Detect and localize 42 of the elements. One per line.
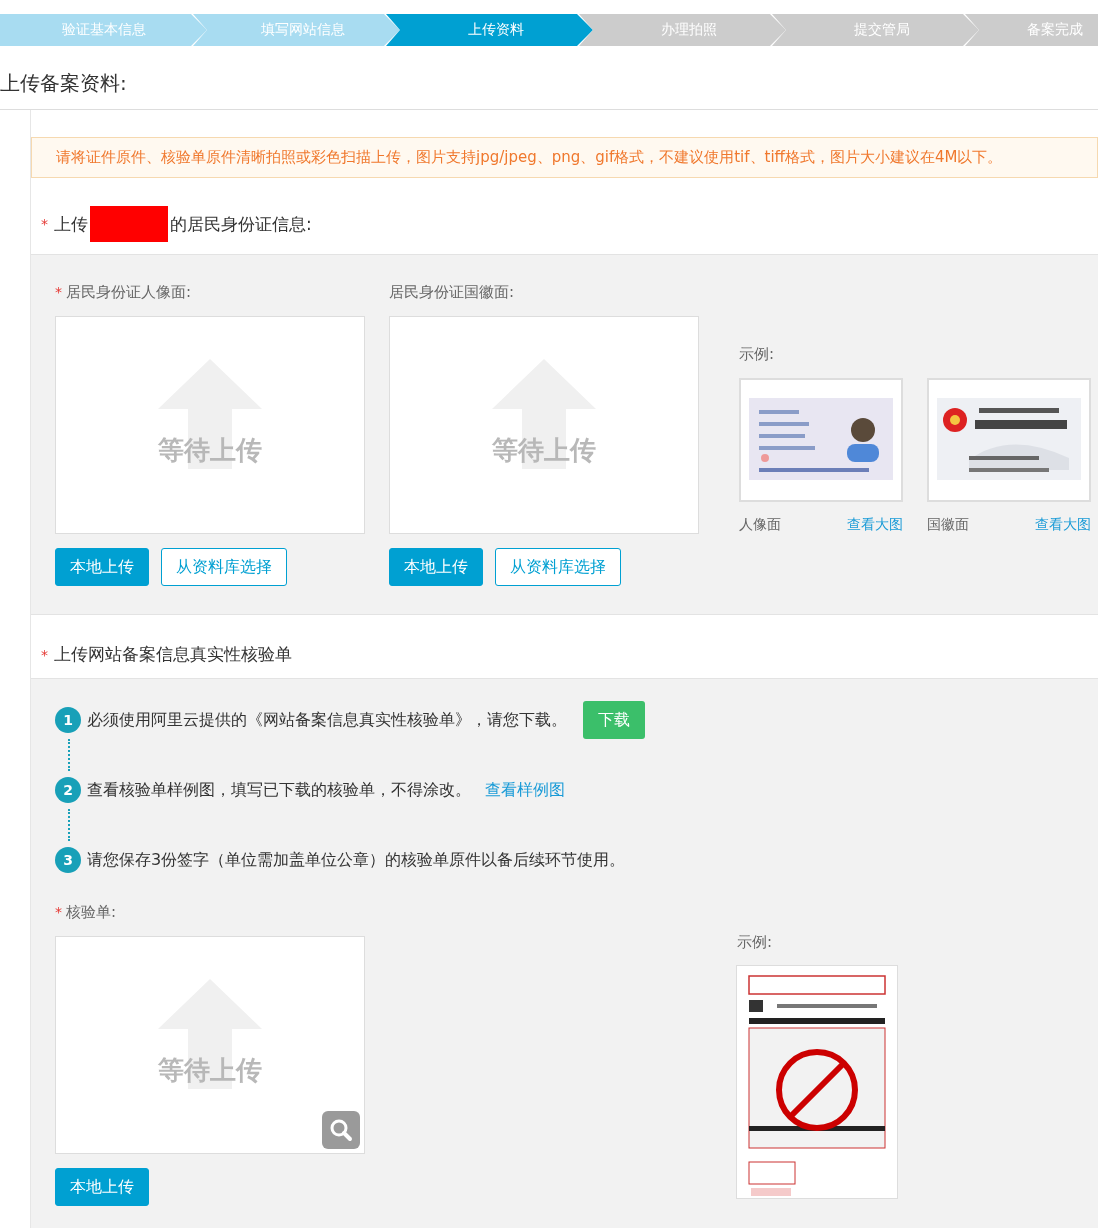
- step-number: 2: [55, 777, 81, 803]
- upload-placeholder: 等待上传: [492, 433, 596, 467]
- notice-banner: 请将证件原件、核验单原件清晰拍照或彩色扫描上传，图片支持jpg/jpeg、png、gif格式，不建议使用tif、tiff格式，图片大小建议在4M以下。: [31, 137, 1098, 178]
- section-title: 上传网站备案信息真实性核验单: [54, 643, 292, 666]
- step-number: 3: [55, 847, 81, 873]
- library-button[interactable]: 从资料库选择: [495, 548, 621, 586]
- progress-step: 验证基本信息: [0, 14, 207, 46]
- section-title: 的居民身份证信息:: [170, 212, 312, 236]
- progress-step: 填写网站信息: [193, 14, 400, 46]
- example-caption: 国徽面: [927, 516, 969, 534]
- upload-button[interactable]: 本地上传: [55, 548, 149, 586]
- required-mark: *: [41, 216, 48, 232]
- example-caption: 人像面: [739, 516, 781, 534]
- upload-button[interactable]: 本地上传: [389, 548, 483, 586]
- download-button[interactable]: 下载: [583, 701, 645, 739]
- view-large-link[interactable]: 查看大图: [847, 516, 903, 534]
- required-mark: *: [55, 904, 62, 920]
- step-number: 1: [55, 707, 81, 733]
- upload-button[interactable]: 本地上传: [55, 1168, 149, 1206]
- required-mark: *: [55, 284, 62, 300]
- zoom-button[interactable]: [322, 1111, 360, 1149]
- upload-placeholder: 等待上传: [158, 433, 262, 467]
- progress-step: 上传资料: [386, 14, 593, 46]
- step-text: 请您保存3份签字（单位需加盖单位公章）的核验单原件以备后续环节使用。: [87, 849, 626, 871]
- field-label: * 居民身份证人像面:: [55, 283, 193, 302]
- section-title: 上传: [54, 212, 88, 236]
- upload-area[interactable]: 等待上传: [389, 316, 699, 534]
- field-label: * 核验单:: [55, 903, 118, 922]
- page-title: 上传备案资料:: [0, 46, 1098, 110]
- upload-area[interactable]: 等待上传: [55, 316, 365, 534]
- sample-link[interactable]: 查看样例图: [485, 779, 565, 801]
- example-label: 示例:: [739, 345, 776, 364]
- search-icon: [329, 1118, 353, 1142]
- example-label: 示例:: [737, 933, 774, 952]
- field-label: 居民身份证国徽面:: [389, 283, 516, 302]
- step-text: 必须使用阿里云提供的《网站备案信息真实性核验单》，请您下载。: [87, 709, 567, 731]
- step-text: 查看核验单样例图，填写已下载的核验单，不得涂改。: [87, 779, 471, 801]
- upload-placeholder: 等待上传: [158, 1053, 262, 1087]
- required-mark: *: [41, 646, 48, 663]
- view-large-link[interactable]: 查看大图: [1035, 516, 1091, 534]
- upload-area[interactable]: 等待上传: [55, 936, 365, 1154]
- library-button[interactable]: 从资料库选择: [161, 548, 287, 586]
